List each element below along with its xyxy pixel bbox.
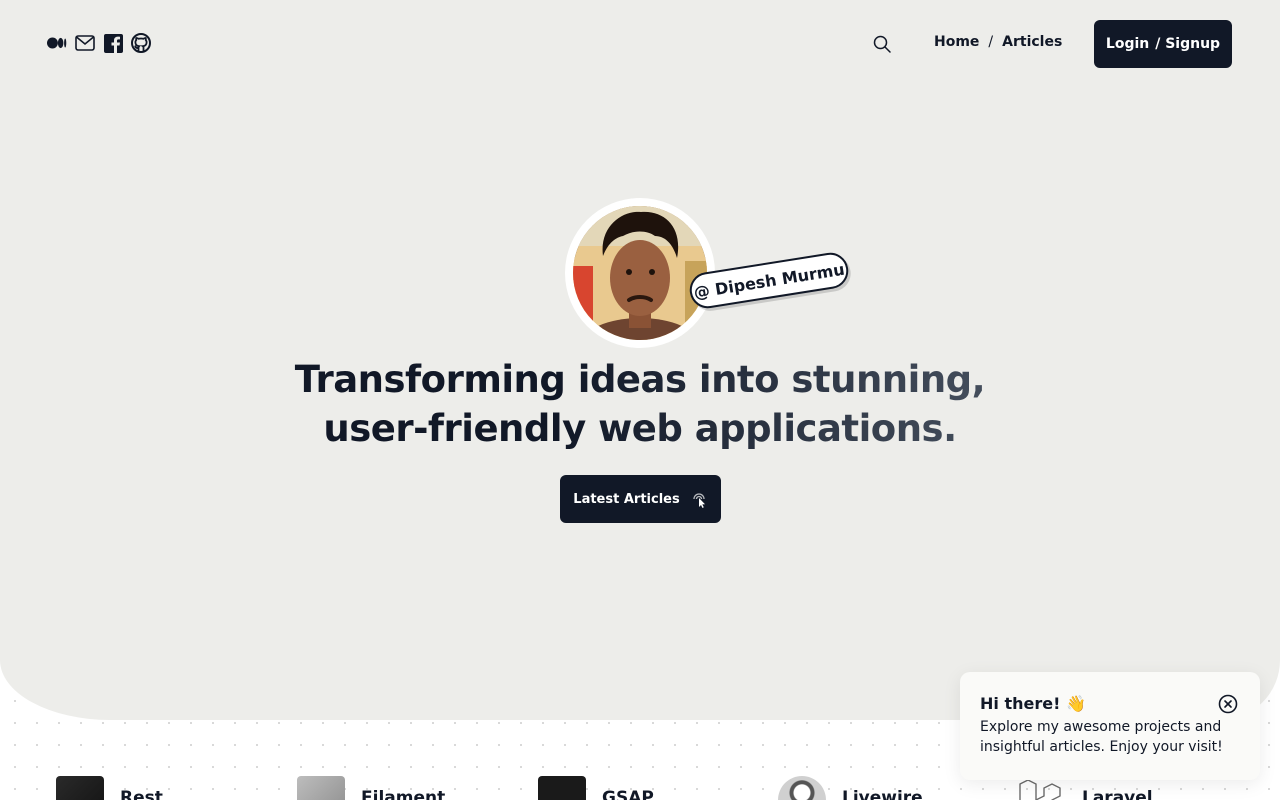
nav-articles[interactable]: Articles	[1002, 34, 1062, 50]
main-nav: Home / Articles	[934, 34, 1062, 50]
hero-headline: Transforming ideas into stunning, user-f…	[240, 355, 1040, 453]
facebook-icon[interactable]	[103, 33, 123, 53]
tech-item-livewire[interactable]: Livewire	[778, 776, 923, 800]
welcome-toast: Hi there! 👋 Explore my awesome projects …	[960, 672, 1260, 780]
login-label: Login	[1105, 36, 1150, 52]
mail-icon[interactable]	[75, 33, 95, 53]
tech-label: GSAP	[602, 788, 654, 800]
avatar	[573, 206, 707, 340]
filament-thumbnail	[297, 776, 345, 800]
pointer-click-icon	[693, 493, 705, 508]
toast-body: Explore my awesome projects and insightf…	[980, 719, 1223, 755]
tech-label: Laravel	[1082, 788, 1153, 800]
latest-articles-button[interactable]: Latest Articles	[560, 475, 721, 523]
social-links	[47, 33, 151, 53]
tech-item-rest[interactable]: Rest	[56, 776, 163, 800]
medium-icon[interactable]	[47, 33, 67, 53]
headline-line-2: user-friendly web applications.	[323, 407, 957, 450]
close-icon[interactable]	[1218, 694, 1238, 714]
tech-item-gsap[interactable]: GSAP	[538, 776, 654, 800]
headline-line-1: Transforming ideas into stunning,	[294, 358, 986, 401]
search-icon	[873, 35, 891, 53]
cta-label: Latest Articles	[573, 491, 680, 507]
livewire-thumbnail	[778, 776, 826, 800]
github-icon[interactable]	[131, 33, 151, 53]
tech-item-filament[interactable]: Filament	[297, 776, 445, 800]
search-button[interactable]	[871, 33, 893, 55]
login-signup-button[interactable]: Login / Signup	[1094, 20, 1232, 68]
tech-label: Rest	[120, 788, 163, 800]
avatar-ring	[565, 198, 715, 348]
rest-thumbnail	[56, 776, 104, 800]
tech-label: Filament	[361, 788, 446, 800]
toast-title: Hi there! 👋	[980, 694, 1086, 713]
signup-label: / Signup	[1155, 36, 1221, 52]
nav-separator: /	[988, 34, 994, 50]
nav-home[interactable]: Home	[934, 34, 979, 50]
tech-label: Livewire	[842, 788, 923, 800]
gsap-thumbnail	[538, 776, 586, 800]
